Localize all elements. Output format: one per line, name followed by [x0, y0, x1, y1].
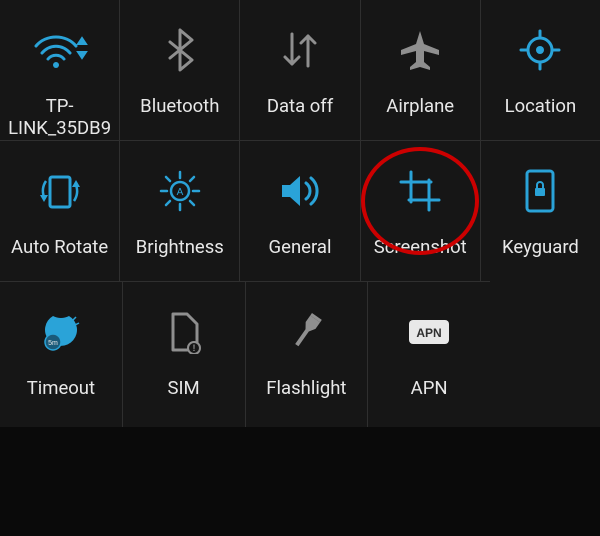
- quick-settings-panel: TP- LINK_35DB9 Bluetooth: [0, 0, 600, 427]
- apn-icon: APN: [401, 304, 457, 360]
- keyguard-icon: [512, 163, 568, 219]
- auto-rotate-tile[interactable]: Auto Rotate: [0, 141, 119, 281]
- keyguard-tile[interactable]: Keyguard: [480, 141, 600, 281]
- airplane-icon: [392, 22, 448, 78]
- svg-text:5m: 5m: [48, 340, 58, 347]
- sound-profile-label: General: [265, 237, 336, 259]
- bluetooth-tile[interactable]: Bluetooth: [119, 0, 239, 140]
- wifi-tile[interactable]: TP- LINK_35DB9: [0, 0, 119, 140]
- wifi-label: TP- LINK_35DB9: [4, 96, 115, 140]
- airplane-label: Airplane: [382, 96, 458, 118]
- svg-text:A: A: [176, 187, 183, 198]
- timeout-tile[interactable]: 5m Timeout: [0, 282, 122, 427]
- auto-rotate-icon: [32, 163, 88, 219]
- location-label: Location: [501, 96, 581, 118]
- flashlight-icon: [278, 304, 334, 360]
- flashlight-tile[interactable]: Flashlight: [245, 282, 368, 427]
- wifi-icon: [32, 22, 88, 78]
- data-icon: [272, 22, 328, 78]
- location-icon: [512, 22, 568, 78]
- brightness-icon: A: [152, 163, 208, 219]
- timeout-label: Timeout: [23, 378, 99, 400]
- tile-row-2: Auto Rotate A: [0, 140, 600, 281]
- tile-row-1: TP- LINK_35DB9 Bluetooth: [0, 0, 600, 140]
- apn-tile[interactable]: APN APN: [367, 282, 490, 427]
- bluetooth-label: Bluetooth: [136, 96, 223, 118]
- data-label: Data off: [263, 96, 337, 118]
- screenshot-label: Screenshot: [370, 237, 471, 259]
- timeout-icon: 5m: [33, 304, 89, 360]
- sim-label: SIM: [164, 378, 204, 400]
- apn-label: APN: [407, 378, 452, 400]
- svg-text:!: !: [192, 343, 195, 353]
- airplane-tile[interactable]: Airplane: [360, 0, 480, 140]
- volume-icon: [272, 163, 328, 219]
- keyguard-label: Keyguard: [498, 237, 583, 259]
- screenshot-icon: [392, 163, 448, 219]
- flashlight-label: Flashlight: [262, 378, 350, 400]
- screenshot-tile[interactable]: Screenshot: [360, 141, 480, 281]
- bluetooth-icon: [152, 22, 208, 78]
- brightness-label: Brightness: [132, 237, 228, 259]
- svg-text:APN: APN: [416, 326, 441, 340]
- data-tile[interactable]: Data off: [239, 0, 359, 140]
- sound-profile-tile[interactable]: General: [239, 141, 359, 281]
- auto-rotate-label: Auto Rotate: [7, 237, 112, 259]
- location-tile[interactable]: Location: [480, 0, 600, 140]
- tile-row-3: 5m Timeout ! SIM: [0, 281, 490, 427]
- brightness-tile[interactable]: A Brightness: [119, 141, 239, 281]
- sim-tile[interactable]: ! SIM: [122, 282, 245, 427]
- sim-icon: !: [156, 304, 212, 360]
